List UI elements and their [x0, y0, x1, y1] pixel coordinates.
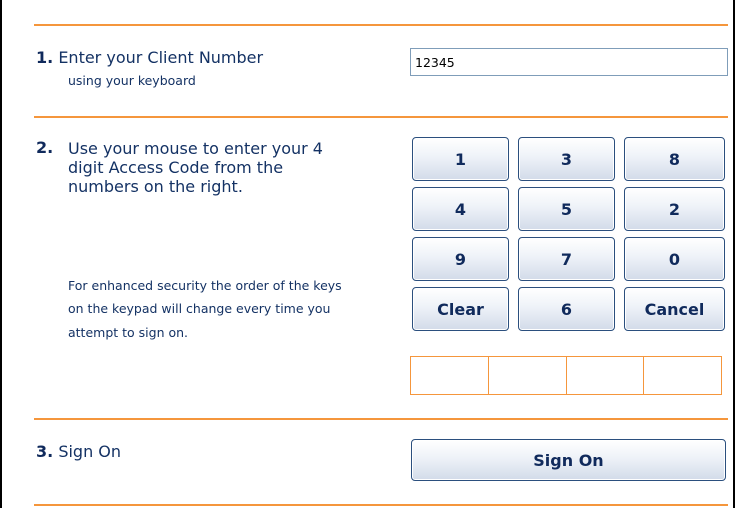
- keypad-key-8[interactable]: 8: [624, 137, 725, 181]
- access-code-digit-3: [567, 357, 645, 394]
- keypad-key-6[interactable]: 6: [518, 287, 615, 331]
- keypad-key-9[interactable]: 9: [412, 237, 509, 281]
- step1-number: 1.: [36, 48, 54, 67]
- keypad-key-3[interactable]: 3: [518, 137, 615, 181]
- divider-2: [34, 418, 728, 420]
- sign-on-button[interactable]: Sign On: [411, 439, 726, 481]
- step3-title: Sign On: [58, 442, 122, 461]
- divider-bottom: [34, 504, 728, 506]
- step1-subtitle: using your keyboard: [68, 73, 196, 88]
- login-panel: 1. Enter your Client Number using your k…: [0, 0, 735, 508]
- step2-number: 2.: [36, 138, 54, 157]
- keypad-cancel-button[interactable]: Cancel: [624, 287, 725, 331]
- keypad-key-0[interactable]: 0: [624, 237, 725, 281]
- access-code-digit-4: [644, 357, 721, 394]
- keypad-key-1[interactable]: 1: [412, 137, 509, 181]
- access-code-digit-2: [489, 357, 567, 394]
- keypad-key-4[interactable]: 4: [412, 187, 509, 231]
- step2-description: Use your mouse to enter your 4 digit Acc…: [68, 139, 323, 196]
- divider-top: [34, 24, 728, 26]
- keypad-key-7[interactable]: 7: [518, 237, 615, 281]
- keypad-clear-button[interactable]: Clear: [412, 287, 509, 331]
- divider-1: [34, 116, 728, 118]
- client-number-input[interactable]: [410, 48, 728, 76]
- access-code-display: [410, 356, 722, 395]
- step3-number: 3.: [36, 442, 54, 461]
- step1-heading: 1. Enter your Client Number: [36, 48, 263, 68]
- keypad-key-2[interactable]: 2: [624, 187, 725, 231]
- step3-heading: 3. Sign On: [36, 442, 121, 462]
- keypad-key-5[interactable]: 5: [518, 187, 615, 231]
- step2-number-label: 2.: [36, 138, 53, 158]
- access-code-keypad: 1 3 8 4 5 2 9 7 0 Clear 6 Cancel: [412, 137, 725, 331]
- step1-title: Enter your Client Number: [58, 48, 264, 67]
- security-note: For enhanced security the order of the k…: [68, 278, 342, 340]
- access-code-digit-1: [411, 357, 489, 394]
